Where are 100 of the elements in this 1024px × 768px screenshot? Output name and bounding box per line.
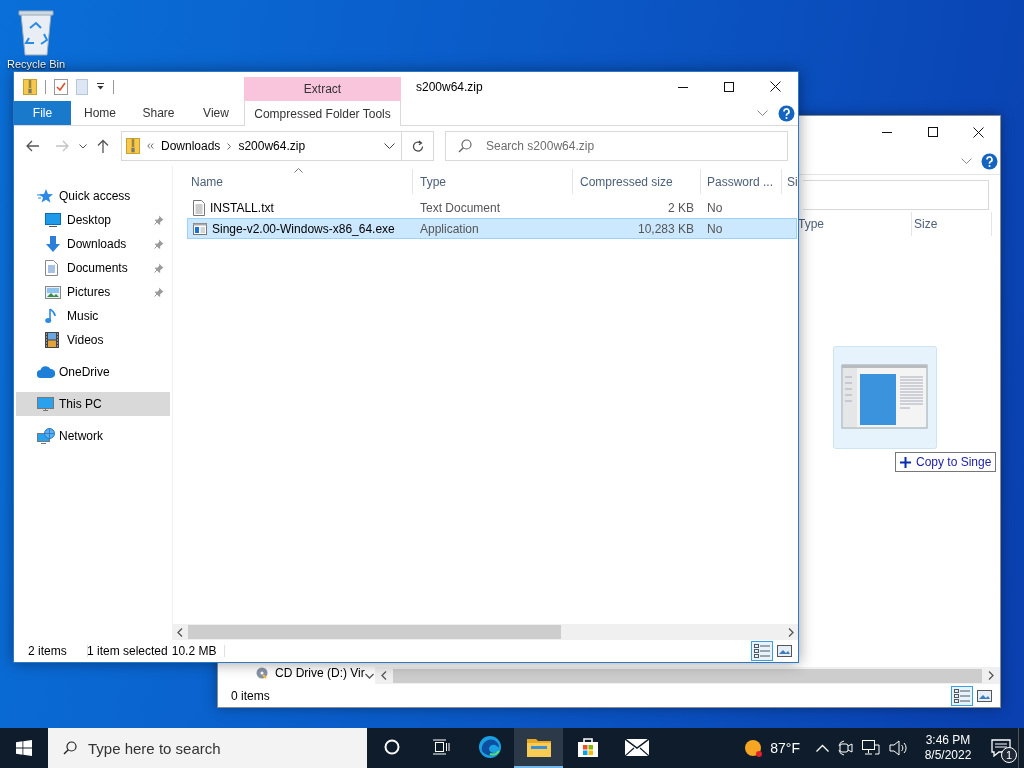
nav-item[interactable]: Music [16,304,170,328]
desktop-icon [45,213,61,227]
desktop-icon-label[interactable]: Recycle Bin [6,58,66,71]
close-icon [769,81,781,92]
nav-item[interactable]: Quick access [16,184,170,208]
ribbon-tab[interactable]: File [14,101,71,125]
details-view-icon [754,644,770,658]
checklist-icon [54,78,68,95]
help-icon[interactable] [981,152,998,170]
scroll-right-icon[interactable] [988,671,994,680]
maximize-icon [928,127,938,137]
weather-button[interactable]: 87°F [736,728,808,768]
recent-locations-icon[interactable] [79,143,87,149]
status-text: 2 items [28,643,68,660]
context-tab-header[interactable]: Extract [244,77,401,101]
dropdown-icon[interactable] [96,82,105,91]
horizontal-scrollbar[interactable] [375,667,1000,684]
refresh-button[interactable] [402,131,434,161]
breadcrumb-overflow-icon[interactable] [147,143,154,149]
chevron-down-icon[interactable] [757,109,768,117]
breadcrumb-item[interactable]: s200w64.zip [238,137,306,155]
pin-icon [154,287,164,297]
notification-count-badge: 1 [1001,747,1017,763]
pin-icon [154,215,164,225]
nav-item[interactable]: Documents [16,256,170,280]
input-field[interactable] [803,179,989,210]
details-view-button[interactable] [751,641,773,661]
close-icon [972,126,984,138]
file-row[interactable]: INSTALL.txt Text Document 2 KB No [187,197,797,218]
large-icons-view-icon [776,645,792,657]
speech-bubble-icon [991,739,1011,757]
film-strip-icon [45,332,59,348]
maximize-icon [724,81,734,92]
status-text: 1 item selected [87,643,168,660]
status-text: 10.2 MB [170,643,217,660]
picture-icon [45,285,61,299]
taskbar-search-field[interactable]: Type here to search [48,728,367,768]
scroll-down-icon[interactable] [364,673,374,679]
search-field[interactable]: Search s200w64.zip [445,131,788,161]
column-header[interactable]: Si [782,169,798,194]
nav-item[interactable]: Pictures [16,280,170,304]
computer-icon [37,396,54,412]
scrollbar-thumb[interactable] [393,668,982,683]
envelope-icon [624,738,649,756]
file-row[interactable]: Singe-v2.00-Windows-x86_64.exe Application 10,283 KB No [187,218,797,239]
scroll-left-icon[interactable] [177,627,183,637]
shopping-bag-icon [576,736,599,758]
clock[interactable]: 3:46 PM 8/5/2022 [916,728,980,768]
application-icon [193,222,207,235]
column-header[interactable]: Compressed size [573,169,701,194]
address-dropdown-icon[interactable] [384,142,395,150]
nav-item[interactable]: This PC [16,392,170,416]
help-icon[interactable] [778,104,795,122]
nav-item[interactable]: Network [16,424,170,448]
camera-icon[interactable] [838,740,853,756]
sort-up-icon [294,168,303,173]
windows-logo-icon [16,740,32,756]
scroll-right-icon[interactable] [788,627,794,637]
pin-icon [154,239,164,249]
column-header[interactable]: Type [413,169,573,194]
file-explorer-button[interactable] [514,728,563,768]
ribbon-tab[interactable]: Home [71,101,129,125]
nav-item[interactable]: Videos [16,328,170,352]
ribbon-tab[interactable]: View [188,101,244,125]
chevron-up-icon[interactable] [816,744,829,752]
breadcrumb-separator-icon[interactable] [227,142,232,150]
scroll-left-icon[interactable] [381,671,387,680]
blank-page-icon [76,78,88,95]
column-header[interactable]: Name [173,169,413,194]
horizontal-scrollbar[interactable] [173,624,798,640]
text-file-icon [193,199,205,216]
ribbon-tab[interactable]: Share [129,101,188,125]
back-icon[interactable] [26,140,40,152]
ribbon-tab[interactable]: Compressed Folder Tools [244,101,401,126]
nav-item[interactable]: CD Drive (D:) Vir [275,664,365,682]
star-icon [37,188,53,204]
large-icons-view-icon [976,689,992,702]
column-header[interactable]: Password ... [701,169,782,194]
nav-item[interactable]: Desktop [16,208,170,232]
zip-folder-icon [23,78,37,95]
notifications-button[interactable]: 1 [984,728,1018,768]
chevron-down-icon[interactable] [961,157,972,165]
nav-item[interactable]: Downloads [16,232,170,256]
up-icon[interactable] [97,139,109,153]
volume-icon[interactable] [889,740,908,756]
nav-item[interactable]: OneDrive [16,360,170,384]
status-text: 0 items [231,687,270,705]
zip-folder-icon [126,138,140,154]
breadcrumb-item[interactable]: Downloads [161,137,221,155]
address-bar[interactable]: Downloads s200w64.zip [121,131,402,161]
search-icon [458,139,472,153]
circle-icon [383,739,400,755]
refresh-icon[interactable] [411,139,424,153]
details-view-button[interactable] [951,685,973,706]
network-status-icon[interactable] [862,740,880,756]
scrollbar-thumb[interactable] [188,625,561,639]
pin-icon [154,263,164,273]
column-header[interactable]: Size [912,212,992,236]
search-icon [63,741,77,755]
folder-icon [526,737,551,757]
